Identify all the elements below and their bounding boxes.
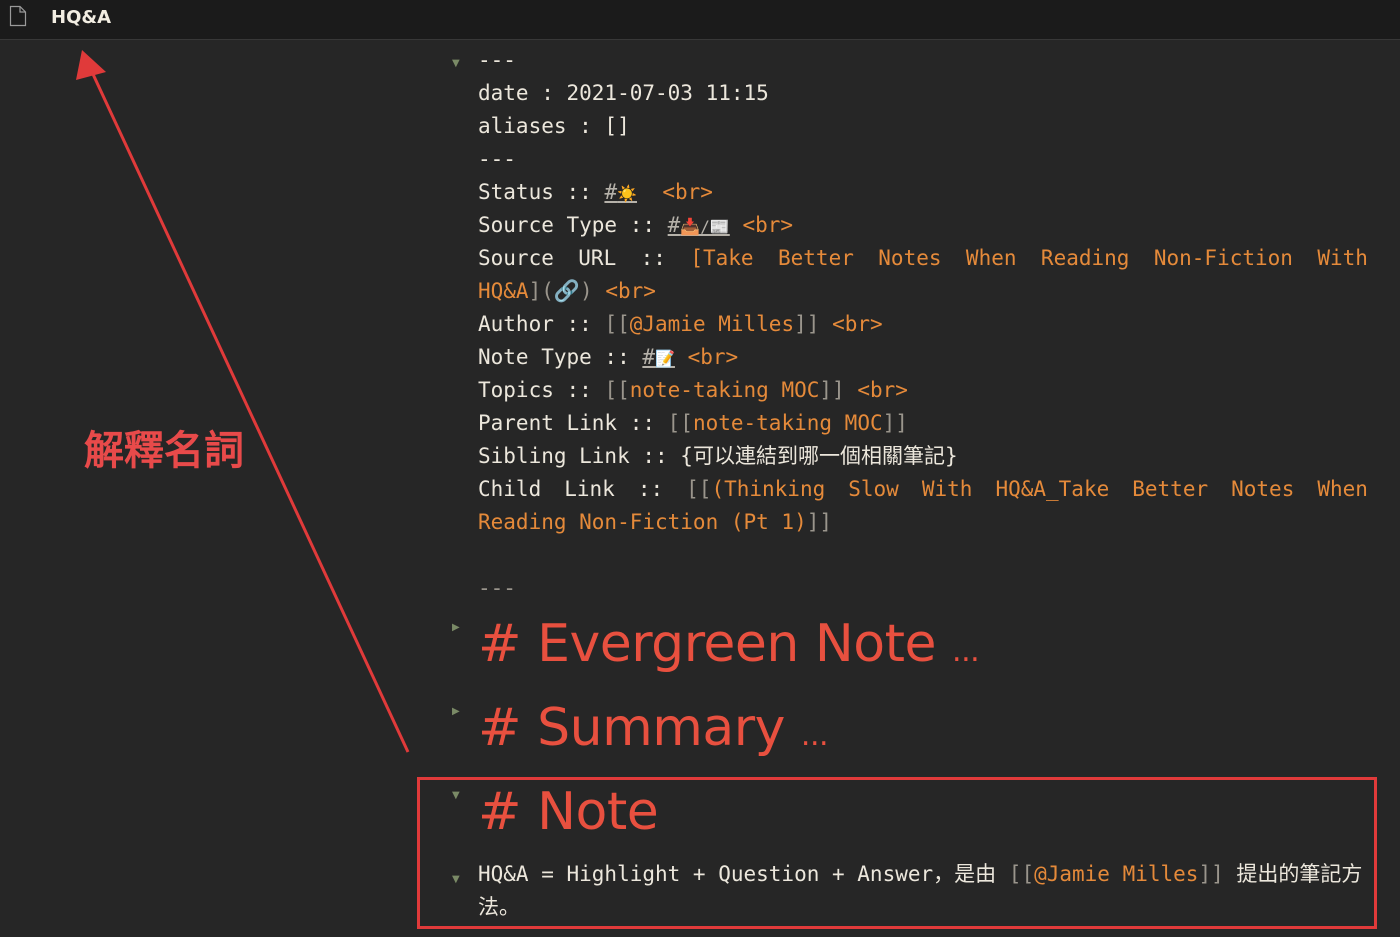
annotation-arrow — [76, 50, 410, 753]
